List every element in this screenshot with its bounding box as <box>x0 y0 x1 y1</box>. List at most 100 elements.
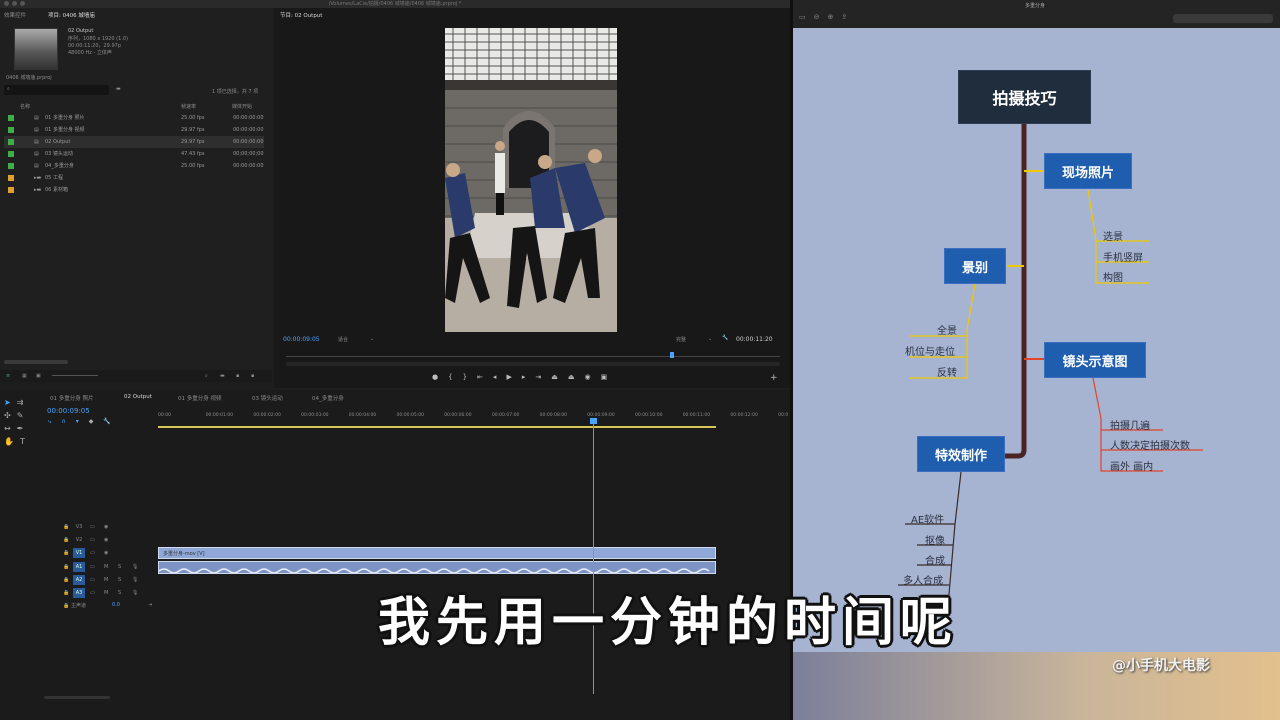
compare-icon[interactable]: ▣ <box>601 373 608 381</box>
mute-icon[interactable]: M <box>104 564 108 570</box>
track-label[interactable]: A2 <box>73 575 85 585</box>
track-label[interactable]: V1 <box>73 548 85 558</box>
mute-icon[interactable]: M <box>104 590 108 596</box>
lock-icon[interactable]: 🔒 <box>63 537 69 543</box>
branch-node-scene-photos[interactable]: 现场照片 <box>1044 153 1132 189</box>
leaf-reverse[interactable]: 反转 <box>937 364 957 379</box>
add-marker-icon[interactable]: ● <box>432 373 438 381</box>
leaf-takes[interactable]: 拍摄几遍 <box>1110 417 1150 432</box>
branch-node-vfx[interactable]: 特效制作 <box>917 436 1005 472</box>
mic-icon[interactable]: 🎙 <box>132 590 138 596</box>
step-forward-icon[interactable]: ▸ <box>522 373 526 381</box>
lock-icon[interactable]: 🔒 <box>63 524 69 530</box>
chevron-down-icon[interactable]: ⌄ <box>370 336 374 342</box>
wrench-settings-icon[interactable]: 🔧 <box>103 418 110 426</box>
lock-icon[interactable]: 🔒 <box>63 577 69 583</box>
film-icon[interactable]: ▭ <box>90 550 95 556</box>
monitor-scrubber[interactable] <box>286 356 780 357</box>
branch-node-shot-size[interactable]: 景别 <box>944 248 1006 284</box>
slip-tool-icon[interactable]: ↔ <box>4 424 11 433</box>
sync-icon[interactable]: ▭ <box>90 590 95 596</box>
selection-tool-icon[interactable]: ➤ <box>4 398 11 407</box>
ripple-edit-icon[interactable]: ✣ <box>4 411 11 420</box>
linked-icon[interactable]: ∩ <box>61 418 65 426</box>
step-back-icon[interactable]: ◂ <box>493 373 497 381</box>
track-label[interactable]: V2 <box>73 535 85 545</box>
leaf-in-out-frame[interactable]: 画外 画内 <box>1110 458 1153 473</box>
work-area-bar[interactable] <box>158 426 716 428</box>
new-item-icon[interactable]: ▪ <box>236 373 239 379</box>
chevron-down-icon[interactable]: ⌄ <box>708 336 712 342</box>
column-name[interactable]: 名称 <box>20 103 30 110</box>
go-to-out-icon[interactable]: ⇥ <box>535 373 541 381</box>
play-icon[interactable]: ▶ <box>506 373 511 381</box>
mic-icon[interactable]: 🎙 <box>132 577 138 583</box>
project-list-item[interactable]: ▤ 02 Output 29.97 fps 00:00:00:00 <box>4 136 264 148</box>
branch-node-storyboard[interactable]: 镜头示意图 <box>1044 342 1146 378</box>
track-select-icon[interactable]: ⇉ <box>17 398 24 407</box>
monitor-timecode[interactable]: 00:00:09:05 <box>283 336 320 343</box>
add-button-icon[interactable]: + <box>770 373 778 383</box>
extract-icon[interactable]: ⏏ <box>568 373 575 381</box>
add-marker-timeline-icon[interactable]: ▾ <box>76 418 79 426</box>
quality-select[interactable]: 完整 <box>676 336 686 343</box>
project-list-item[interactable]: ▸▬ 05 工程 <box>4 172 264 184</box>
go-to-in-icon[interactable]: ⇤ <box>477 373 483 381</box>
timeline-zoom-scrollbar[interactable] <box>44 696 110 699</box>
lock-icon[interactable]: 🔒 <box>63 603 69 609</box>
wrench-icon[interactable]: 🔧 <box>722 335 728 341</box>
column-media-start[interactable]: 媒体开始 <box>232 103 252 110</box>
leaf-location[interactable]: 选景 <box>1103 228 1123 243</box>
eye-icon[interactable]: ◉ <box>104 524 108 530</box>
timeline-tab[interactable]: 01 多重分身 视频 <box>178 394 222 402</box>
leaf-composition[interactable]: 构图 <box>1103 269 1123 284</box>
leaf-camera-position[interactable]: 机位与走位 <box>905 343 955 358</box>
type-tool-icon[interactable]: T <box>20 437 25 446</box>
mark-in-icon[interactable]: { <box>448 373 452 381</box>
column-fps[interactable]: 帧速率 <box>181 103 196 110</box>
timeline-tab[interactable]: 01 多重分身 照片 <box>50 394 94 402</box>
project-list-item[interactable]: ▤ 01 多重分身 照片 25.00 fps 00:00:00:00 <box>4 112 264 124</box>
timeline-tab[interactable]: 03 镜头运动 <box>252 394 283 402</box>
list-view-icon[interactable]: ≡ <box>6 373 10 379</box>
timeline-timecode[interactable]: 00:00:09:05 <box>47 407 90 415</box>
film-icon[interactable]: ▭ <box>90 524 95 530</box>
monitor-playhead[interactable] <box>670 352 674 358</box>
monitor-scrollbar[interactable] <box>286 362 780 366</box>
lift-icon[interactable]: ⏏ <box>551 373 558 381</box>
hand-tool-icon[interactable]: ✋ <box>4 437 14 446</box>
find-icon[interactable]: ⌕ <box>205 373 208 379</box>
solo-icon[interactable]: S <box>118 590 121 596</box>
timeline-tab[interactable]: 04_多重分身 <box>312 394 344 402</box>
razor-icon[interactable]: ✎ <box>17 411 24 420</box>
audio-clip[interactable] <box>158 561 716 574</box>
tab-effect-controls[interactable]: 效果控件 <box>4 11 26 19</box>
leaf-people-count[interactable]: 人数决定拍摄次数 <box>1110 437 1190 452</box>
window-controls[interactable] <box>4 1 25 6</box>
snap-icon[interactable]: ⤷ <box>48 418 51 426</box>
mindmap-root-node[interactable]: 拍摄技巧 <box>958 70 1091 124</box>
leaf-vertical-phone[interactable]: 手机竖屏 <box>1103 249 1143 264</box>
lock-icon[interactable]: 🔒 <box>63 590 69 596</box>
pen-tool-icon[interactable]: ✒ <box>17 424 24 433</box>
freeform-view-icon[interactable]: ▣ <box>36 373 41 379</box>
sync-icon[interactable]: ▭ <box>90 577 95 583</box>
sync-icon[interactable]: ▭ <box>90 564 95 570</box>
lock-icon[interactable]: 🔒 <box>63 564 69 570</box>
go-to-end-icon[interactable]: ⇥ <box>148 602 152 608</box>
track-label[interactable]: V3 <box>73 522 85 532</box>
fit-select[interactable]: 适合 <box>338 336 348 343</box>
search-input[interactable]: ⌕ <box>4 85 109 95</box>
leaf-keying[interactable]: 抠像 <box>925 532 945 547</box>
eye-icon[interactable]: ◉ <box>104 537 108 543</box>
new-bin-button-icon[interactable]: ▬ <box>220 373 225 379</box>
marker-icon[interactable]: ◆ <box>89 418 94 426</box>
export-frame-icon[interactable]: ◉ <box>584 373 590 381</box>
lock-icon[interactable]: 🔒 <box>63 550 69 556</box>
film-icon[interactable]: ▭ <box>90 537 95 543</box>
track-label[interactable]: A3 <box>73 588 85 598</box>
icon-view-icon[interactable]: ▦ <box>22 373 27 379</box>
new-bin-icon[interactable]: ▬ <box>116 86 121 92</box>
leaf-ae-software[interactable]: AE软件 <box>911 511 944 526</box>
leaf-compositing[interactable]: 合成 <box>925 552 945 567</box>
